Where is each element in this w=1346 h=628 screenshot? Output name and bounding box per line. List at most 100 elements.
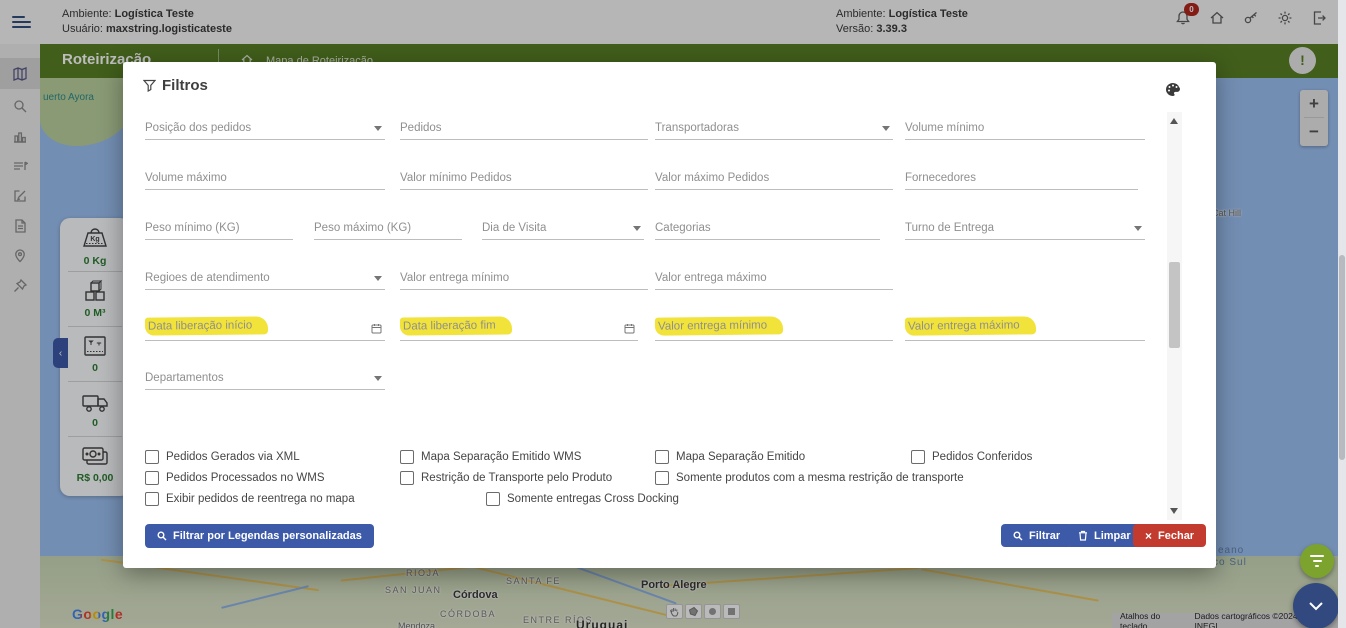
modal-scrollbar[interactable] [1167, 112, 1182, 520]
checkbox-mapa-separacao-emitido[interactable]: Mapa Separação Emitido [655, 450, 805, 464]
field-label-highlighted: Valor entrega mínimo [655, 316, 783, 335]
checkbox-label: Somente produtos com a mesma restrição d… [676, 472, 964, 484]
field-dia-de-visita[interactable]: Dia de Visita [482, 214, 644, 240]
field-data-liberacao-inicio[interactable]: Data liberação início [145, 315, 385, 341]
modal-title: Filtros [143, 77, 208, 94]
modal-scrollbar-thumb[interactable] [1169, 262, 1180, 348]
chevron-down-icon [374, 276, 382, 281]
field-valor-entrega-minimo[interactable]: Valor entrega mínimo [400, 264, 648, 290]
checkbox-label: Pedidos Conferidos [932, 451, 1032, 463]
chevron-down-icon [1134, 226, 1142, 231]
checkbox-somente-entregas-cross-docking[interactable]: Somente entregas Cross Docking [486, 492, 679, 506]
field-valor-entrega-minimo-2[interactable]: Valor entrega mínimo [655, 315, 893, 341]
clear-button[interactable]: Limpar [1066, 524, 1143, 547]
filter-fab-button[interactable] [1300, 544, 1334, 578]
field-label: Volume mínimo [905, 122, 984, 134]
field-regioes-de-atendimento[interactable]: Regioes de atendimento [145, 264, 385, 290]
checkbox-box[interactable] [145, 492, 159, 506]
field-categorias[interactable]: Categorias [655, 214, 880, 240]
field-label: Valor entrega máximo [655, 272, 767, 284]
chevron-down-icon [633, 226, 641, 231]
checkbox-label: Mapa Separação Emitido WMS [421, 451, 581, 463]
scroll-up-icon[interactable] [1170, 118, 1178, 124]
trash-icon [1078, 530, 1088, 541]
field-fornecedores[interactable]: Fornecedores [905, 164, 1138, 190]
checkbox-box[interactable] [145, 450, 159, 464]
checkbox-label: Pedidos Processados no WMS [166, 472, 325, 484]
field-label: Categorias [655, 222, 711, 234]
checkbox-box[interactable] [911, 450, 925, 464]
palette-icon [1165, 82, 1181, 97]
field-turno-de-entrega[interactable]: Turno de Entrega [905, 214, 1145, 240]
chevron-down-icon [882, 126, 890, 131]
checkbox-pedidos-gerados-via-xml[interactable]: Pedidos Gerados via XML [145, 450, 300, 464]
checkbox-box[interactable] [655, 450, 669, 464]
search-icon [157, 531, 167, 541]
field-valor-entrega-maximo[interactable]: Valor entrega máximo [655, 264, 893, 290]
field-posicao-dos-pedidos[interactable]: Posição dos pedidos [145, 114, 385, 140]
field-label: Valor mínimo Pedidos [400, 172, 512, 184]
field-label: Regioes de atendimento [145, 272, 270, 284]
field-label: Turno de Entrega [905, 222, 994, 234]
checkbox-restricao-de-transporte-pelo-produto[interactable]: Restrição de Transporte pelo Produto [400, 471, 612, 485]
field-label: Departamentos [145, 372, 224, 384]
chevron-down-icon [374, 126, 382, 131]
checkbox-label: Pedidos Gerados via XML [166, 451, 300, 463]
checkbox-label: Mapa Separação Emitido [676, 451, 805, 463]
checkbox-box[interactable] [400, 450, 414, 464]
checkbox-mapa-separacao-emitido-wms[interactable]: Mapa Separação Emitido WMS [400, 450, 581, 464]
checkbox-exibir-pedidos-de-reentrega[interactable]: Exibir pedidos de reentrega no mapa [145, 492, 355, 506]
field-label: Transportadoras [655, 122, 739, 134]
close-button[interactable]: × Fechar [1133, 524, 1206, 547]
filter-funnel-icon [143, 79, 156, 92]
chevron-down-icon [1308, 601, 1324, 611]
checkbox-label: Somente entregas Cross Docking [507, 493, 679, 505]
field-label: Peso mínimo (KG) [145, 222, 240, 234]
field-volume-maximo[interactable]: Volume máximo [145, 164, 385, 190]
field-label-highlighted: Data liberação início [145, 316, 268, 335]
field-label-highlighted: Data liberação fim [400, 316, 512, 335]
checkbox-box[interactable] [486, 492, 500, 506]
page-scrollbar[interactable] [1338, 0, 1346, 628]
field-label: Dia de Visita [482, 222, 546, 234]
checkbox-somente-produtos-mesma-restricao[interactable]: Somente produtos com a mesma restrição d… [655, 471, 964, 485]
modal-title-text: Filtros [162, 77, 208, 94]
field-valor-maximo-pedidos[interactable]: Valor máximo Pedidos [655, 164, 893, 190]
field-volume-minimo[interactable]: Volume mínimo [905, 114, 1145, 140]
field-label: Posição dos pedidos [145, 122, 251, 134]
chevron-down-icon [374, 376, 382, 381]
field-peso-minimo[interactable]: Peso mínimo (KG) [145, 214, 293, 240]
checkbox-pedidos-conferidos[interactable]: Pedidos Conferidos [911, 450, 1032, 464]
field-label: Valor máximo Pedidos [655, 172, 769, 184]
checkbox-label: Exibir pedidos de reentrega no mapa [166, 493, 355, 505]
palette-icon[interactable] [1165, 82, 1181, 97]
calendar-icon[interactable] [624, 323, 635, 334]
field-valor-minimo-pedidos[interactable]: Valor mínimo Pedidos [400, 164, 648, 190]
field-label: Valor entrega mínimo [400, 272, 509, 284]
close-icon: × [1145, 529, 1152, 543]
calendar-icon[interactable] [371, 323, 382, 334]
collapse-chevron-button[interactable] [1293, 583, 1339, 628]
field-label: Peso máximo (KG) [314, 222, 411, 234]
field-label-highlighted: Valor entrega máximo [905, 316, 1036, 335]
field-pedidos[interactable]: Pedidos [400, 114, 648, 140]
checkbox-pedidos-processados-no-wms[interactable]: Pedidos Processados no WMS [145, 471, 325, 485]
filter-button[interactable]: Filtrar [1001, 524, 1072, 547]
page-scrollbar-thumb[interactable] [1339, 255, 1345, 460]
filters-modal: Filtros Posição dos pedidos Pedidos Tran… [123, 62, 1216, 568]
filter-by-custom-legends-button[interactable]: Filtrar por Legendas personalizadas [145, 524, 374, 548]
field-label: Pedidos [400, 122, 442, 134]
checkbox-box[interactable] [400, 471, 414, 485]
checkbox-box[interactable] [145, 471, 159, 485]
field-valor-entrega-maximo-2[interactable]: Valor entrega máximo [905, 315, 1145, 341]
scroll-down-icon[interactable] [1170, 508, 1178, 514]
field-peso-maximo[interactable]: Peso máximo (KG) [314, 214, 462, 240]
app-screen: Ambiente: Logística Teste Usuário: maxst… [0, 0, 1346, 628]
field-data-liberacao-fim[interactable]: Data liberação fim [400, 315, 638, 341]
field-label: Volume máximo [145, 172, 227, 184]
search-icon [1013, 531, 1023, 541]
checkbox-label: Restrição de Transporte pelo Produto [421, 472, 612, 484]
field-transportadoras[interactable]: Transportadoras [655, 114, 893, 140]
checkbox-box[interactable] [655, 471, 669, 485]
field-departamentos[interactable]: Departamentos [145, 364, 385, 390]
